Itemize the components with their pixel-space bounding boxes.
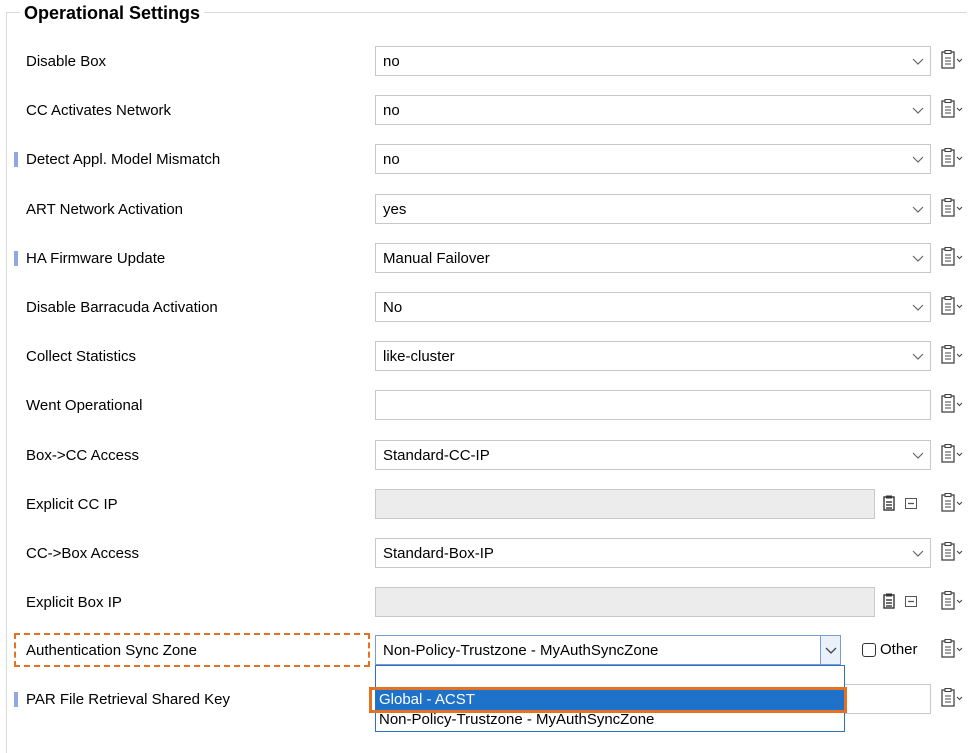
row-box-cc-access: Box->CC Access Standard-CC-IP (0, 439, 968, 473)
ha-firmware-update-select[interactable]: Manual Failover (375, 243, 931, 273)
row-collect-statistics: Collect Statistics like-cluster (0, 340, 968, 374)
chevron-down-icon (825, 647, 837, 654)
art-network-activation-select[interactable]: yes (375, 194, 931, 224)
field-label: Went Operational (26, 397, 143, 414)
other-label: Other (880, 641, 918, 658)
detect-appl-model-mismatch-select[interactable]: no (375, 144, 931, 174)
field-value: no (383, 151, 400, 168)
explicit-box-ip-input[interactable] (375, 587, 875, 617)
clipboard-menu-icon[interactable] (940, 688, 966, 708)
chevron-down-icon (912, 452, 924, 459)
field-label: HA Firmware Update (26, 250, 166, 267)
highlight-dashed-frame (14, 633, 370, 667)
clipboard-menu-icon[interactable] (940, 639, 966, 659)
field-label: Collect Statistics (26, 348, 137, 365)
edit-list-icon[interactable] (882, 495, 896, 511)
clear-icon[interactable] (904, 495, 918, 511)
row-disable-barracuda-activation: Disable Barracuda Activation No (0, 291, 968, 325)
clipboard-menu-icon[interactable] (940, 444, 966, 464)
disable-box-select[interactable]: no (375, 46, 931, 76)
chevron-down-icon (912, 550, 924, 557)
field-value: yes (383, 201, 407, 218)
chevron-down-icon (912, 304, 924, 311)
chevron-down-icon (912, 107, 924, 114)
chevron-down-icon (912, 58, 924, 65)
clipboard-menu-icon[interactable] (940, 493, 966, 513)
disable-barracuda-activation-select[interactable]: No (375, 292, 931, 322)
row-detect-appl-model-mismatch: Detect Appl. Model Mismatch no (0, 143, 968, 177)
clipboard-menu-icon[interactable] (940, 50, 966, 70)
row-art-network-activation: ART Network Activation yes (0, 193, 968, 227)
dropdown-option[interactable]: Non-Policy-Trustzone - MyAuthSyncZone (376, 710, 844, 730)
clipboard-menu-icon[interactable] (940, 345, 966, 365)
clipboard-menu-icon[interactable] (940, 247, 966, 267)
field-value: Standard-Box-IP (383, 545, 494, 562)
modified-marker (14, 251, 18, 266)
clipboard-menu-icon[interactable] (940, 198, 966, 218)
authentication-sync-zone-select[interactable]: Non-Policy-Trustzone - MyAuthSyncZone (375, 635, 841, 665)
field-value: No (383, 299, 403, 316)
field-label: PAR File Retrieval Shared Key (26, 691, 230, 708)
modified-marker (14, 692, 18, 707)
row-went-operational: Went Operational (0, 389, 968, 423)
field-value: Non-Policy-Trustzone - MyAuthSyncZone (383, 642, 659, 659)
clipboard-menu-icon[interactable] (940, 148, 966, 168)
went-operational-input[interactable] (375, 390, 931, 420)
group-title: Operational Settings (20, 2, 205, 24)
field-label: Detect Appl. Model Mismatch (26, 151, 221, 168)
field-label: ART Network Activation (26, 201, 184, 218)
field-label: Disable Barracuda Activation (26, 299, 218, 316)
other-checkbox[interactable] (862, 643, 876, 657)
chevron-down-icon (912, 156, 924, 163)
clear-icon[interactable] (904, 593, 918, 609)
chevron-down-icon (912, 353, 924, 360)
field-label: Explicit CC IP (26, 496, 118, 513)
field-value: Standard-CC-IP (383, 447, 490, 464)
clipboard-menu-icon[interactable] (940, 542, 966, 562)
modified-marker (14, 152, 18, 167)
field-label: Box->CC Access (26, 447, 139, 464)
row-cc-box-access: CC->Box Access Standard-Box-IP (0, 537, 968, 571)
cc-box-access-select[interactable]: Standard-Box-IP (375, 538, 931, 568)
chevron-down-icon (912, 206, 924, 213)
field-value: like-cluster (383, 348, 455, 365)
row-ha-firmware-update: HA Firmware Update Manual Failover (0, 242, 968, 276)
field-value: no (383, 53, 400, 70)
clipboard-menu-icon[interactable] (940, 591, 966, 611)
chevron-down-icon (912, 255, 924, 262)
row-disable-box: Disable Box no (0, 45, 968, 79)
field-label: CC->Box Access (26, 545, 139, 562)
clipboard-menu-icon[interactable] (940, 394, 966, 414)
clipboard-menu-icon[interactable] (940, 296, 966, 316)
dropdown-option-empty[interactable] (376, 666, 844, 686)
row-explicit-cc-ip: Explicit CC IP (0, 488, 968, 522)
explicit-cc-ip-input[interactable] (375, 489, 875, 519)
row-explicit-box-ip: Explicit Box IP (0, 586, 968, 620)
field-value: Manual Failover (383, 250, 490, 267)
box-cc-access-select[interactable]: Standard-CC-IP (375, 440, 931, 470)
field-label: Explicit Box IP (26, 594, 122, 611)
edit-list-icon[interactable] (882, 593, 896, 609)
field-label: CC Activates Network (26, 102, 172, 119)
clipboard-menu-icon[interactable] (940, 99, 966, 119)
field-value: no (383, 102, 400, 119)
dropdown-button[interactable] (820, 636, 840, 664)
collect-statistics-select[interactable]: like-cluster (375, 341, 931, 371)
cc-activates-network-select[interactable]: no (375, 95, 931, 125)
field-label: Disable Box (26, 53, 107, 70)
row-cc-activates-network: CC Activates Network no (0, 94, 968, 128)
highlight-selected-frame (369, 687, 847, 713)
